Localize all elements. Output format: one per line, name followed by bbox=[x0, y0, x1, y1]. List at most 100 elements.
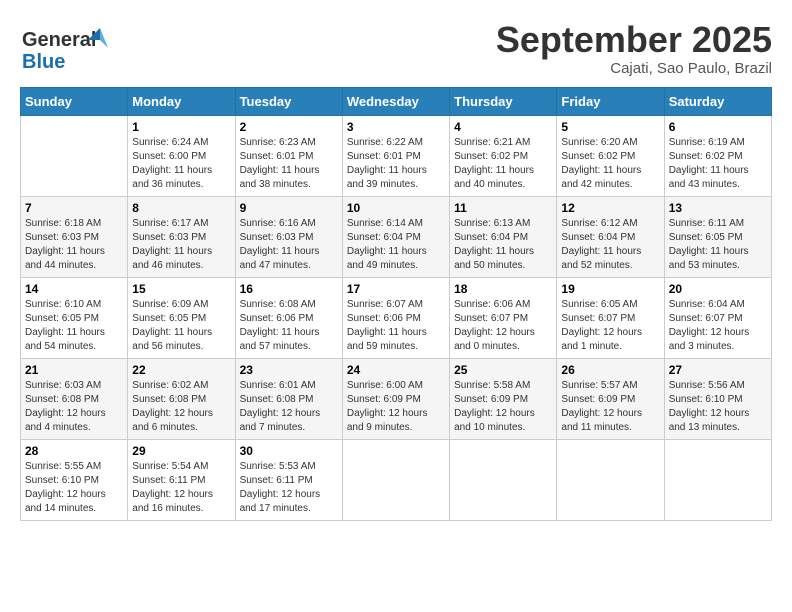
cell-info: Sunrise: 6:19 AMSunset: 6:02 PMDaylight:… bbox=[669, 137, 749, 190]
day-number: 1 bbox=[132, 120, 230, 134]
cell-info: Sunrise: 6:21 AMSunset: 6:02 PMDaylight:… bbox=[454, 137, 534, 190]
day-number: 23 bbox=[240, 363, 338, 377]
calendar-cell: 19Sunrise: 6:05 AMSunset: 6:07 PMDayligh… bbox=[557, 277, 664, 358]
calendar-cell: 25Sunrise: 5:58 AMSunset: 6:09 PMDayligh… bbox=[450, 358, 557, 439]
calendar-cell bbox=[664, 439, 771, 520]
day-number: 26 bbox=[561, 363, 659, 377]
day-number: 8 bbox=[132, 201, 230, 215]
week-row-5: 28 Sunrise: 5:55 AMSunset: 6:10 PMDayligh… bbox=[21, 439, 772, 520]
cell-info: Sunrise: 5:57 AMSunset: 6:09 PMDaylight:… bbox=[561, 380, 642, 433]
calendar-cell: 29 Sunrise: 5:54 AMSunset: 6:11 PMDayligh… bbox=[128, 439, 235, 520]
day-number: 11 bbox=[454, 201, 552, 215]
week-row-4: 21Sunrise: 6:03 AMSunset: 6:08 PMDayligh… bbox=[21, 358, 772, 439]
weekday-header-thursday: Thursday bbox=[450, 87, 557, 115]
day-number: 24 bbox=[347, 363, 445, 377]
calendar-cell bbox=[450, 439, 557, 520]
calendar-cell: 27 Sunrise: 5:56 AMSunset: 6:10 PMDayligh… bbox=[664, 358, 771, 439]
cell-info: Sunrise: 5:53 AMSunset: 6:11 PMDaylight:… bbox=[240, 461, 321, 514]
day-number: 27 bbox=[669, 363, 767, 377]
cell-info: Sunrise: 6:18 AMSunset: 6:03 PMDaylight:… bbox=[25, 218, 105, 271]
cell-info: Sunrise: 6:09 AMSunset: 6:05 PMDaylight:… bbox=[132, 299, 212, 352]
day-number: 6 bbox=[669, 120, 767, 134]
cell-info: Sunrise: 6:01 AMSunset: 6:08 PMDaylight:… bbox=[240, 380, 321, 433]
calendar-cell: 21Sunrise: 6:03 AMSunset: 6:08 PMDayligh… bbox=[21, 358, 128, 439]
cell-info: Sunrise: 5:54 AMSunset: 6:11 PMDaylight:… bbox=[132, 461, 213, 514]
cell-info: Sunrise: 6:04 AMSunset: 6:07 PMDaylight:… bbox=[669, 299, 750, 352]
cell-info: Sunrise: 6:00 AMSunset: 6:09 PMDaylight:… bbox=[347, 380, 428, 433]
calendar-cell: 9Sunrise: 6:16 AMSunset: 6:03 PMDaylight… bbox=[235, 196, 342, 277]
calendar-cell: 23 Sunrise: 6:01 AMSunset: 6:08 PMDayligh… bbox=[235, 358, 342, 439]
svg-text:General: General bbox=[22, 29, 96, 51]
cell-info: Sunrise: 6:13 AMSunset: 6:04 PMDaylight:… bbox=[454, 218, 534, 271]
calendar-cell: 30 Sunrise: 5:53 AMSunset: 6:11 PMDayligh… bbox=[235, 439, 342, 520]
calendar-cell: 13Sunrise: 6:11 AMSunset: 6:05 PMDayligh… bbox=[664, 196, 771, 277]
calendar-cell: 2 Sunrise: 6:23 AMSunset: 6:01 PMDaylight… bbox=[235, 115, 342, 196]
calendar-cell: 26 Sunrise: 5:57 AMSunset: 6:09 PMDayligh… bbox=[557, 358, 664, 439]
calendar-cell: 3 Sunrise: 6:22 AMSunset: 6:01 PMDaylight… bbox=[342, 115, 449, 196]
week-row-1: 1 Sunrise: 6:24 AMSunset: 6:00 PMDaylight… bbox=[21, 115, 772, 196]
calendar-cell: 14 Sunrise: 6:10 AMSunset: 6:05 PMDayligh… bbox=[21, 277, 128, 358]
day-number: 3 bbox=[347, 120, 445, 134]
calendar-cell: 5 Sunrise: 6:20 AMSunset: 6:02 PMDaylight… bbox=[557, 115, 664, 196]
day-number: 12 bbox=[561, 201, 659, 215]
calendar-cell: 7 Sunrise: 6:18 AMSunset: 6:03 PMDaylight… bbox=[21, 196, 128, 277]
weekday-header-tuesday: Tuesday bbox=[235, 87, 342, 115]
location: Cajati, Sao Paulo, Brazil bbox=[496, 60, 772, 77]
calendar-cell: 20Sunrise: 6:04 AMSunset: 6:07 PMDayligh… bbox=[664, 277, 771, 358]
cell-info: Sunrise: 6:14 AMSunset: 6:04 PMDaylight:… bbox=[347, 218, 427, 271]
calendar-cell: 12 Sunrise: 6:12 AMSunset: 6:04 PMDayligh… bbox=[557, 196, 664, 277]
cell-info: Sunrise: 6:22 AMSunset: 6:01 PMDaylight:… bbox=[347, 137, 427, 190]
calendar-cell: 6 Sunrise: 6:19 AMSunset: 6:02 PMDaylight… bbox=[664, 115, 771, 196]
cell-info: Sunrise: 6:03 AMSunset: 6:08 PMDaylight:… bbox=[25, 380, 106, 433]
calendar-table: SundayMondayTuesdayWednesdayThursdayFrid… bbox=[20, 87, 772, 521]
day-number: 18 bbox=[454, 282, 552, 296]
month-title: September 2025 bbox=[496, 20, 772, 60]
cell-info: Sunrise: 6:17 AMSunset: 6:03 PMDaylight:… bbox=[132, 218, 212, 271]
day-number: 10 bbox=[347, 201, 445, 215]
day-number: 17 bbox=[347, 282, 445, 296]
calendar-cell: 28 Sunrise: 5:55 AMSunset: 6:10 PMDayligh… bbox=[21, 439, 128, 520]
day-number: 7 bbox=[25, 201, 123, 215]
day-number: 30 bbox=[240, 444, 338, 458]
calendar-cell: 17 Sunrise: 6:07 AMSunset: 6:06 PMDayligh… bbox=[342, 277, 449, 358]
cell-info: Sunrise: 6:12 AMSunset: 6:04 PMDaylight:… bbox=[561, 218, 641, 271]
weekday-header-wednesday: Wednesday bbox=[342, 87, 449, 115]
weekday-header-row: SundayMondayTuesdayWednesdayThursdayFrid… bbox=[21, 87, 772, 115]
title-block: September 2025 Cajati, Sao Paulo, Brazil bbox=[496, 20, 772, 77]
logo-svg: General Blue bbox=[20, 20, 110, 75]
week-row-3: 14 Sunrise: 6:10 AMSunset: 6:05 PMDayligh… bbox=[21, 277, 772, 358]
weekday-header-monday: Monday bbox=[128, 87, 235, 115]
calendar-cell bbox=[21, 115, 128, 196]
cell-info: Sunrise: 6:20 AMSunset: 6:02 PMDaylight:… bbox=[561, 137, 641, 190]
day-number: 19 bbox=[561, 282, 659, 296]
day-number: 29 bbox=[132, 444, 230, 458]
cell-info: Sunrise: 5:56 AMSunset: 6:10 PMDaylight:… bbox=[669, 380, 750, 433]
cell-info: Sunrise: 5:55 AMSunset: 6:10 PMDaylight:… bbox=[25, 461, 106, 514]
calendar-cell: 11 Sunrise: 6:13 AMSunset: 6:04 PMDayligh… bbox=[450, 196, 557, 277]
cell-info: Sunrise: 6:07 AMSunset: 6:06 PMDaylight:… bbox=[347, 299, 427, 352]
calendar-cell: 18 Sunrise: 6:06 AMSunset: 6:07 PMDayligh… bbox=[450, 277, 557, 358]
day-number: 4 bbox=[454, 120, 552, 134]
calendar-cell: 24 Sunrise: 6:00 AMSunset: 6:09 PMDayligh… bbox=[342, 358, 449, 439]
weekday-header-sunday: Sunday bbox=[21, 87, 128, 115]
cell-info: Sunrise: 6:23 AMSunset: 6:01 PMDaylight:… bbox=[240, 137, 320, 190]
week-row-2: 7 Sunrise: 6:18 AMSunset: 6:03 PMDaylight… bbox=[21, 196, 772, 277]
day-number: 14 bbox=[25, 282, 123, 296]
calendar-cell: 10 Sunrise: 6:14 AMSunset: 6:04 PMDayligh… bbox=[342, 196, 449, 277]
logo: General Blue bbox=[20, 20, 110, 75]
day-number: 25 bbox=[454, 363, 552, 377]
day-number: 5 bbox=[561, 120, 659, 134]
day-number: 9 bbox=[240, 201, 338, 215]
day-number: 2 bbox=[240, 120, 338, 134]
calendar-cell bbox=[342, 439, 449, 520]
cell-info: Sunrise: 6:24 AMSunset: 6:00 PMDaylight:… bbox=[132, 137, 212, 190]
calendar-cell: 4 Sunrise: 6:21 AMSunset: 6:02 PMDaylight… bbox=[450, 115, 557, 196]
calendar-cell: 8 Sunrise: 6:17 AMSunset: 6:03 PMDaylight… bbox=[128, 196, 235, 277]
cell-info: Sunrise: 6:02 AMSunset: 6:08 PMDaylight:… bbox=[132, 380, 213, 433]
day-number: 13 bbox=[669, 201, 767, 215]
svg-text:Blue: Blue bbox=[22, 51, 65, 73]
cell-info: Sunrise: 6:06 AMSunset: 6:07 PMDaylight:… bbox=[454, 299, 535, 352]
cell-info: Sunrise: 6:10 AMSunset: 6:05 PMDaylight:… bbox=[25, 299, 105, 352]
day-number: 28 bbox=[25, 444, 123, 458]
weekday-header-saturday: Saturday bbox=[664, 87, 771, 115]
